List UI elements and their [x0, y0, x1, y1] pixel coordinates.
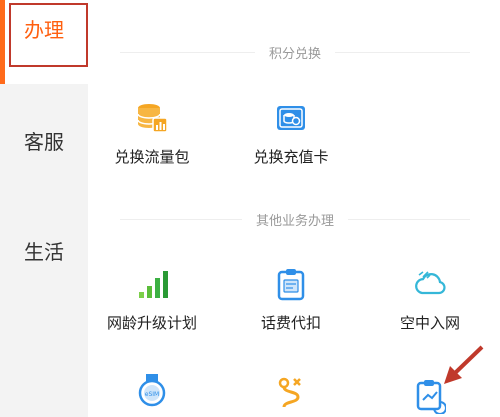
sidebar-item-life[interactable]: 生活: [0, 214, 88, 286]
tile-data-package[interactable]: 兑换流量包: [92, 100, 212, 167]
tile-air-network[interactable]: 空中入网: [370, 266, 490, 333]
divider: [120, 218, 242, 220]
sidebar-item-service[interactable]: 客服: [0, 104, 88, 176]
tile-recharge-card[interactable]: 兑换充值卡: [231, 100, 351, 167]
recharge-card-icon: [273, 100, 309, 136]
divider: [335, 51, 471, 53]
sidebar-item-label: 客服: [24, 129, 64, 154]
tile-label: 网龄升级计划: [106, 314, 197, 332]
divider: [348, 218, 471, 220]
annotation-arrow-icon: [444, 345, 484, 384]
cloud-network-icon: [412, 266, 448, 302]
svg-text:eSIM: eSIM: [145, 391, 159, 398]
annotation-highlight-box: [9, 3, 88, 67]
section-title: 积分兑换: [269, 46, 322, 62]
route-icon: [273, 376, 309, 412]
divider: [120, 51, 255, 53]
tile-esim[interactable]: eSIM: [92, 374, 212, 410]
sidebar: 办理 客服 生活: [0, 0, 88, 417]
tile-network-age-upgrade[interactable]: 网龄升级计划: [92, 266, 212, 333]
esim-watch-icon: eSIM: [134, 374, 170, 410]
tile-label: 空中入网: [399, 314, 460, 332]
tile-route[interactable]: [231, 376, 351, 412]
signal-bars-icon: [134, 266, 170, 302]
clipboard-bill-icon: [273, 266, 309, 302]
active-indicator: [0, 0, 5, 84]
sidebar-item-label: 生活: [24, 239, 64, 264]
section-title: 其他业务办理: [256, 213, 335, 229]
section-header-other: 其他业务办理: [120, 209, 471, 229]
tile-label: 话费代扣: [260, 314, 321, 332]
tile-label: 兑换流量包: [114, 148, 190, 166]
main-content: 积分兑换 兑换流量包 兑换充值卡 其他业务办理 网龄升级计划 话费代扣 空中入网…: [88, 0, 500, 417]
tile-label: 兑换充值卡: [253, 148, 329, 166]
section-header-points: 积分兑换: [120, 42, 471, 62]
data-package-icon: [134, 100, 170, 136]
tile-bill-withhold[interactable]: 话费代扣: [231, 266, 351, 333]
